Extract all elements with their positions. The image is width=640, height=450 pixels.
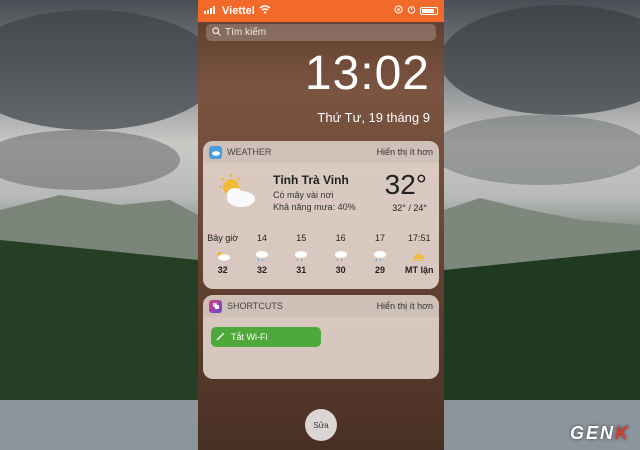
weather-show-less-button[interactable]: Hiển thị ít hơn <box>377 147 433 157</box>
weather-summary: Tỉnh Trà Vinh Có mây vài nơi Khả năng mư… <box>203 163 439 233</box>
lock-screen-time: 13:02 <box>304 47 430 100</box>
search-icon <box>212 26 221 39</box>
shortcuts-app-name: SHORTCUTS <box>227 301 283 311</box>
weather-city: Tỉnh Trà Vinh <box>273 173 349 187</box>
shortcuts-widget-header: SHORTCUTS Hiển thị ít hơn <box>203 295 439 317</box>
hour-label: 17:51 <box>408 233 431 243</box>
hour-label: 14 <box>256 233 267 243</box>
wand-icon <box>216 332 225 343</box>
partly-cloudy-icon <box>215 173 261 218</box>
status-bar: Viettel <box>198 0 444 22</box>
hourly-item: 17 29 <box>361 233 399 279</box>
wifi-icon <box>259 5 271 17</box>
lock-rotation-icon <box>394 5 403 17</box>
search-field[interactable]: Tìm kiếm <box>206 24 436 41</box>
lock-screen-date: Thứ Tư, 19 tháng 9 <box>317 110 430 125</box>
phone-screen: Viettel Tìm kiếm 13:02 Thứ Tư, 19 tháng … <box>198 0 444 450</box>
battery-icon <box>420 7 438 15</box>
alarm-icon <box>407 5 416 17</box>
cloudy-icon <box>215 247 231 265</box>
weather-current-temp: 32° <box>384 169 427 200</box>
rain-cloud-icon <box>333 247 349 265</box>
hour-label: 16 <box>335 233 346 243</box>
sunset-icon <box>411 247 427 265</box>
weather-app-icon <box>209 145 222 159</box>
hour-temp: 31 <box>296 265 307 275</box>
shortcuts-app-icon <box>209 299 222 313</box>
hour-temp: 29 <box>374 265 385 275</box>
hourly-item: Bây giờ 32 <box>204 233 242 279</box>
rain-cloud-icon <box>293 247 309 265</box>
signal-icon <box>204 5 218 17</box>
weather-widget-header: WEATHER Hiển thị ít hơn <box>203 141 439 163</box>
hourly-item: 16 30 <box>322 233 360 279</box>
hour-label: 15 <box>296 233 307 243</box>
rain-cloud-icon <box>372 247 388 265</box>
hour-temp: 32 <box>217 265 228 275</box>
hourly-item: 15 31 <box>282 233 320 279</box>
weather-rain-chance: Khả năng mưa: 40% <box>273 202 356 212</box>
rain-cloud-icon <box>254 247 270 265</box>
hour-label: Bây giờ <box>207 233 239 243</box>
hour-temp: MT lặn <box>405 265 434 275</box>
wifi-off-shortcut-button[interactable]: Tắt Wi-Fi <box>211 327 321 347</box>
shortcut-label: Tắt Wi-Fi <box>231 332 268 342</box>
hourly-item: 14 32 <box>243 233 281 279</box>
watermark-accent: K <box>615 423 630 443</box>
hour-temp: 30 <box>335 265 346 275</box>
hourly-forecast: Bây giờ 32 14 32 15 31 16 30 17 29 17:51… <box>203 233 439 279</box>
hour-temp: 32 <box>256 265 267 275</box>
edit-button[interactable]: Sửa <box>305 409 337 441</box>
carrier-name: Viettel <box>222 5 255 17</box>
hourly-item: 17:51 MT lặn <box>400 233 438 279</box>
search-placeholder: Tìm kiếm <box>225 27 267 38</box>
weather-description: Có mây vài nơi <box>273 190 334 200</box>
hour-label: 17 <box>374 233 385 243</box>
weather-app-name: WEATHER <box>227 147 272 157</box>
watermark-prefix: GEN <box>569 423 615 443</box>
watermark-logo: GENK <box>570 423 630 444</box>
weather-temp-range: 32° / 24° <box>392 203 427 213</box>
weather-widget[interactable]: WEATHER Hiển thị ít hơn Tỉnh Trà Vinh Có… <box>203 141 439 289</box>
shortcuts-show-less-button[interactable]: Hiển thị ít hơn <box>377 301 433 311</box>
shortcuts-widget[interactable]: SHORTCUTS Hiển thị ít hơn Tắt Wi-Fi <box>203 295 439 379</box>
